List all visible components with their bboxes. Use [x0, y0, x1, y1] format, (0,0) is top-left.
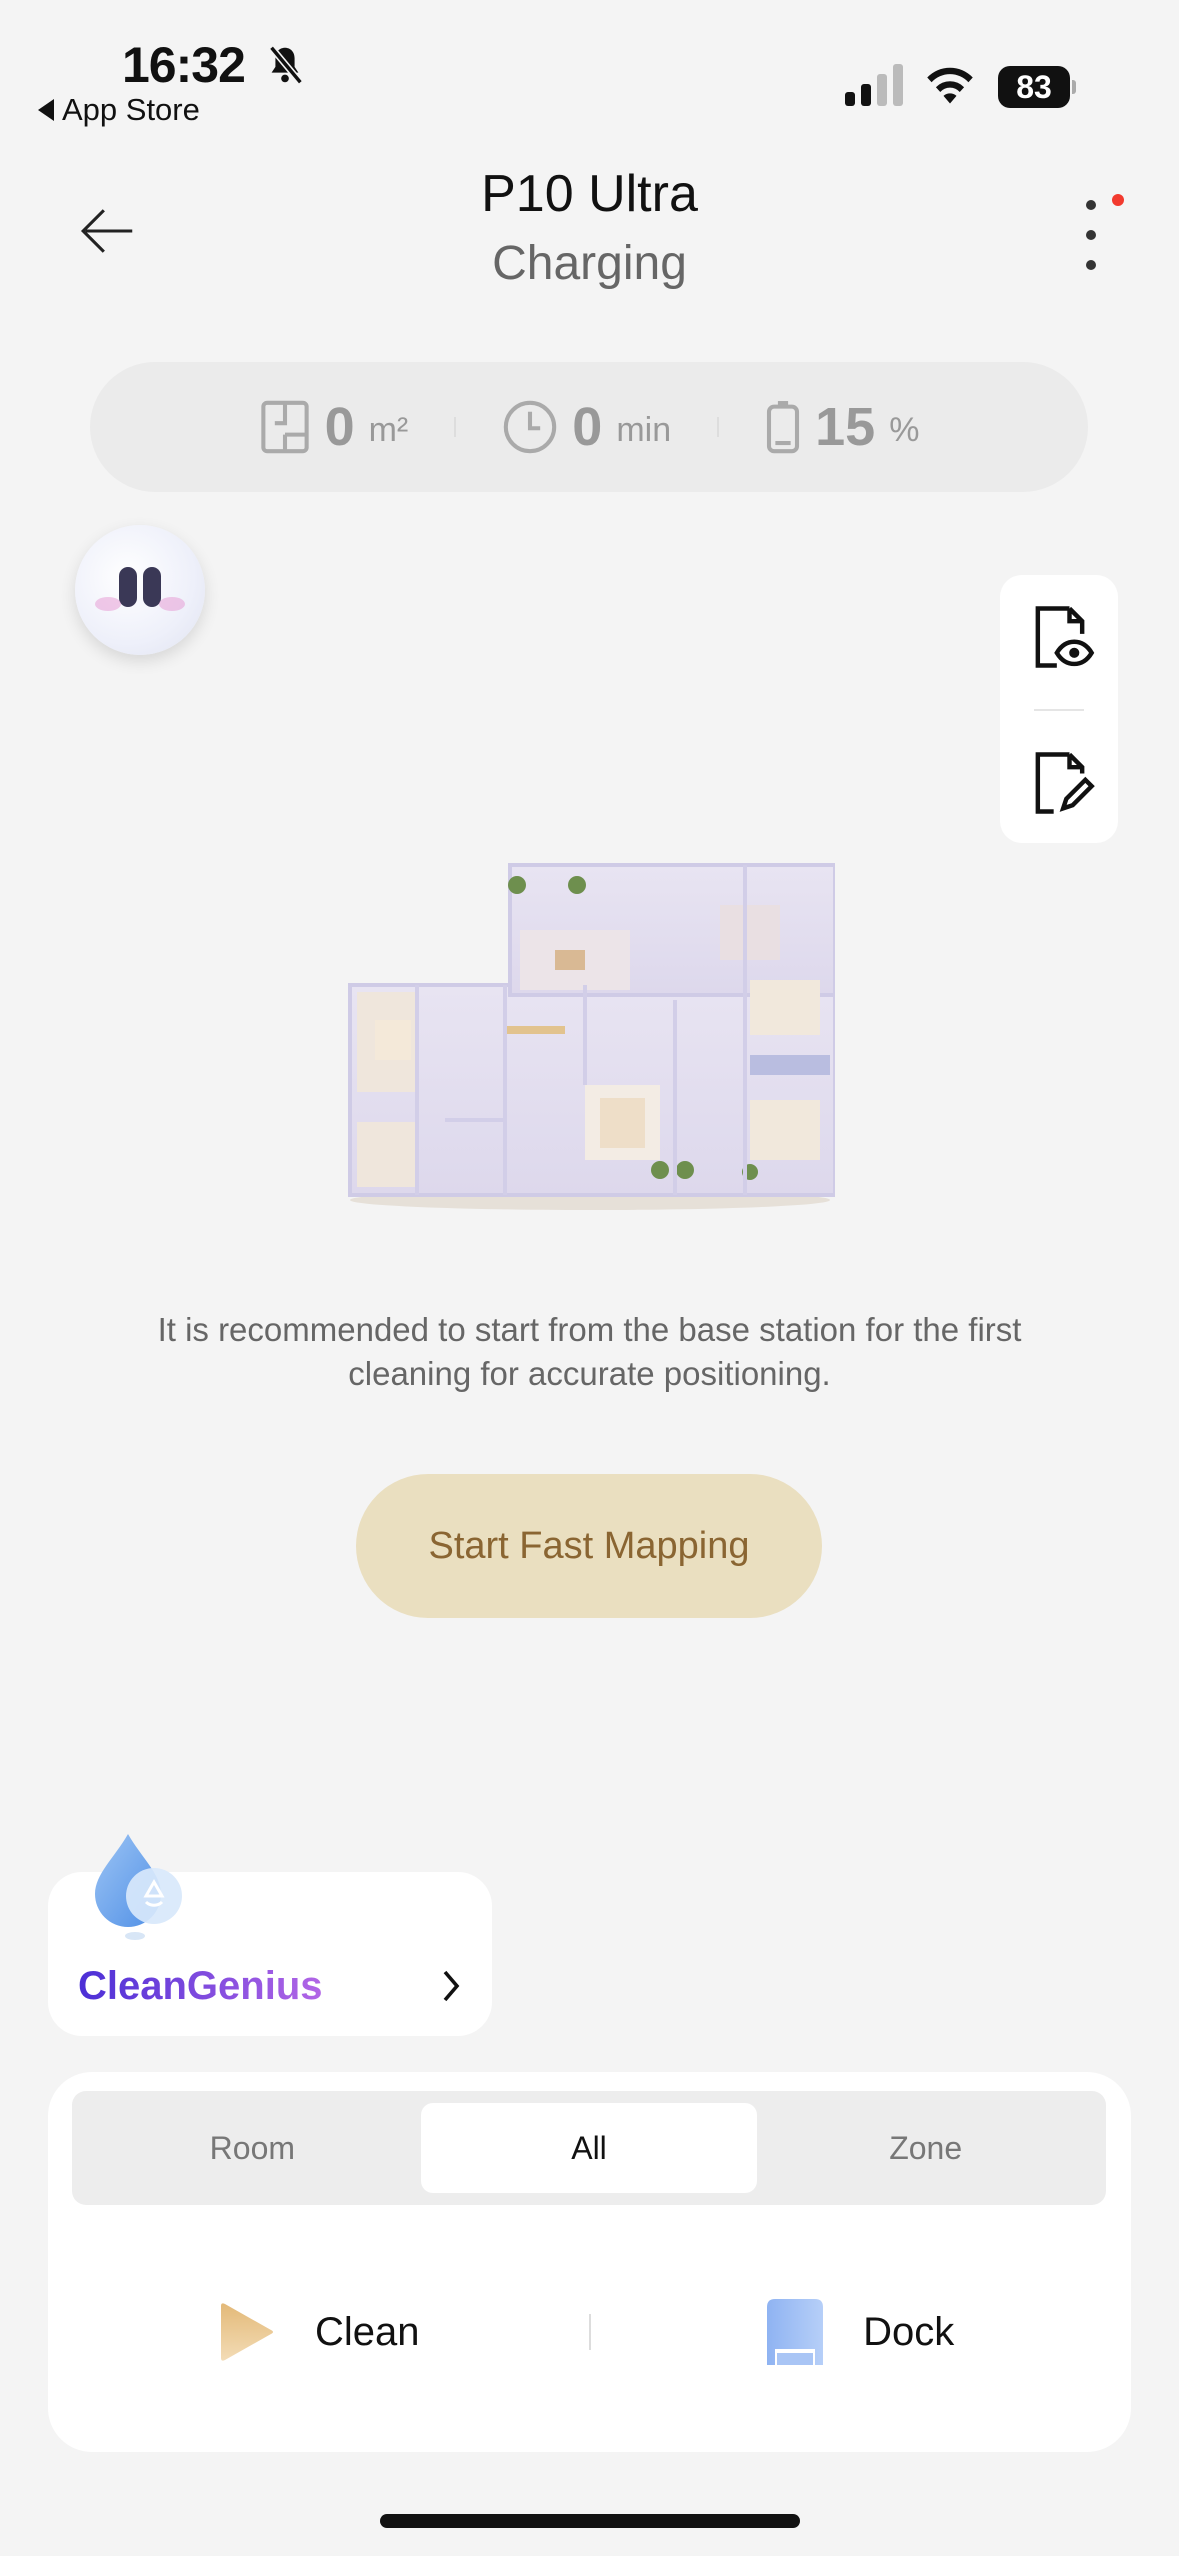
- back-to-app-store[interactable]: App Store: [38, 92, 200, 128]
- clean-genius-label: CleanGenius: [78, 1964, 323, 2008]
- more-vertical-icon[interactable]: [1080, 200, 1102, 270]
- tab-room[interactable]: Room: [84, 2103, 421, 2193]
- stat-battery: 15%: [719, 396, 965, 458]
- notification-dot: [1112, 194, 1124, 206]
- stat-area: 0 m²: [213, 396, 455, 458]
- floor-map-illustration[interactable]: [345, 860, 835, 1210]
- map-toolbar: [1000, 575, 1118, 843]
- cleaning-control-panel: Room All Zone Clean Dock: [48, 2072, 1131, 2452]
- chevron-right-icon: [443, 1970, 460, 2002]
- clean-button[interactable]: Clean: [48, 2300, 589, 2364]
- play-icon: [220, 2303, 273, 2361]
- stat-time: 0 min: [456, 396, 717, 458]
- start-fast-mapping-button[interactable]: Start Fast Mapping: [356, 1474, 822, 1618]
- clean-genius-drop-icon: [95, 1834, 182, 1940]
- app-store-label: App Store: [62, 92, 200, 127]
- mode-segmented-control: Room All Zone: [72, 2091, 1106, 2205]
- map-view-icon[interactable]: [1022, 599, 1098, 675]
- status-time: 16:32: [122, 37, 246, 93]
- page-title: P10 Ultra: [481, 165, 698, 223]
- clean-label: Clean: [314, 2309, 420, 2354]
- dock-button[interactable]: Dock: [591, 2299, 1132, 2365]
- tab-zone[interactable]: Zone: [757, 2103, 1094, 2193]
- tab-all[interactable]: All: [420, 2103, 758, 2193]
- home-indicator[interactable]: [380, 2514, 800, 2528]
- battery-indicator: 83: [998, 66, 1076, 108]
- clock-icon: [504, 400, 557, 454]
- signal-icon: [845, 62, 903, 106]
- robot-assistant-avatar[interactable]: [75, 525, 205, 655]
- dock-icon: [767, 2299, 824, 2365]
- dock-label: Dock: [863, 2309, 955, 2354]
- device-status: Charging: [492, 237, 687, 290]
- bell-slash-icon: [269, 45, 303, 85]
- map-edit-icon[interactable]: [1022, 745, 1098, 821]
- back-triangle-icon: [38, 99, 54, 121]
- wifi-icon: [927, 67, 973, 104]
- mapping-hint: It is recommended to start from the base…: [157, 1311, 1022, 1392]
- stats-bar: 0 m² 0 min 15%: [90, 362, 1088, 492]
- battery-icon: [767, 401, 800, 454]
- floorplan-icon: [260, 400, 309, 454]
